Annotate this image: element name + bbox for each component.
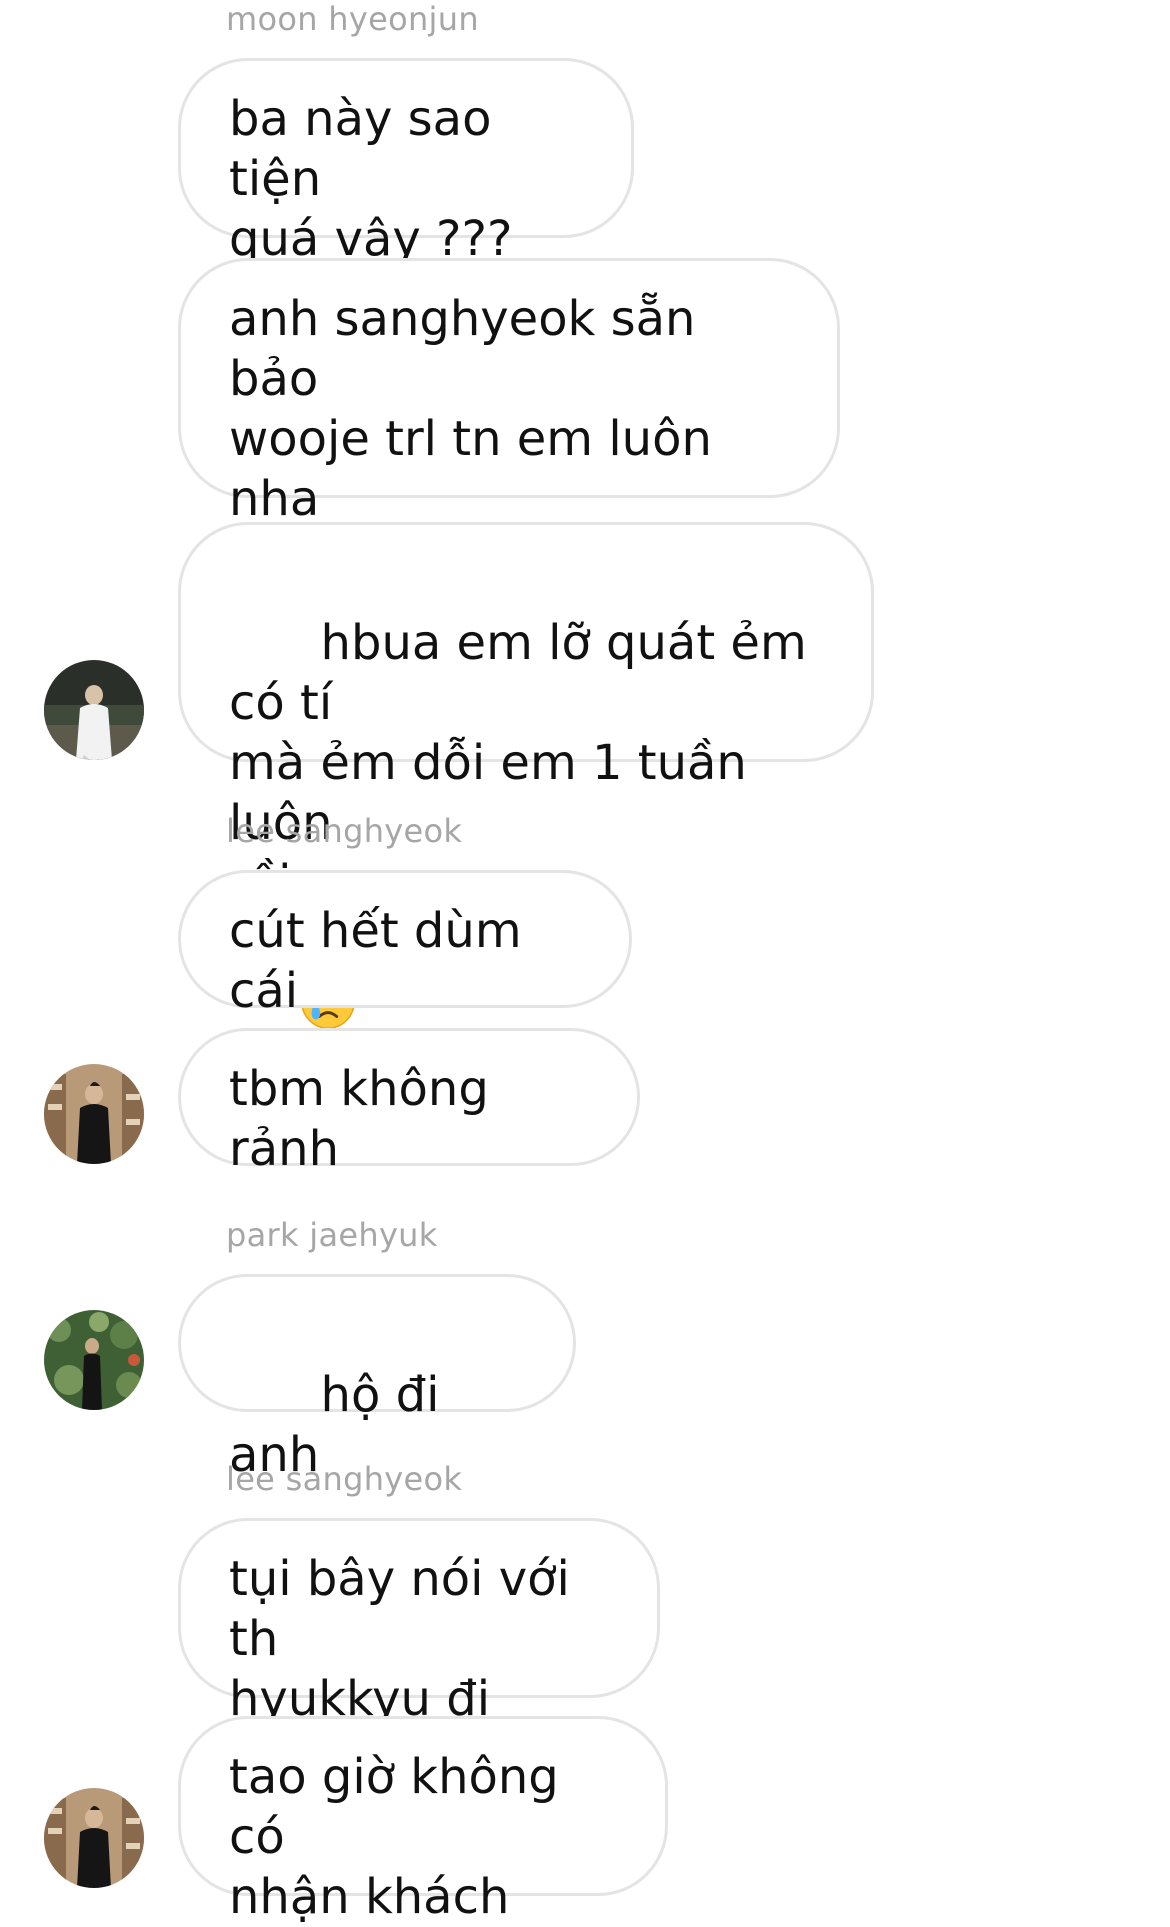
sender-name: lee sanghyeok (226, 1460, 463, 1498)
message-bubble[interactable]: anh sanghyeok sẵn bảo wooje trl tn em lu… (178, 258, 840, 587)
avatar[interactable] (44, 1788, 144, 1888)
sender-name: park jaehyuk (226, 1216, 438, 1254)
avatar[interactable] (44, 1310, 144, 1410)
avatar[interactable] (44, 660, 144, 760)
avatar[interactable] (44, 1064, 144, 1164)
message-bubble[interactable]: tbm không rảnh (178, 1028, 640, 1177)
chat-thread: moon hyeonjun ba này sao tiện quá vậy ??… (0, 0, 1170, 1925)
message-bubble[interactable]: hộ đi anh (178, 1274, 576, 1601)
message-bubble[interactable]: hbua em lỡ quát ẻm có tí mà ẻm dỗi em 1 … (178, 522, 874, 1029)
message-bubble[interactable]: tụi bây nói với th hyukkyu đi (178, 1518, 660, 1727)
message-bubble[interactable]: ba này sao tiện quá vậy ??? (178, 58, 634, 267)
message-bubble[interactable]: cút hết dùm cái (178, 870, 632, 1019)
message-bubble[interactable]: tao giờ không có nhận khách (178, 1716, 668, 1925)
sender-name: lee sanghyeok (226, 812, 463, 850)
sender-name: moon hyeonjun (226, 0, 479, 38)
